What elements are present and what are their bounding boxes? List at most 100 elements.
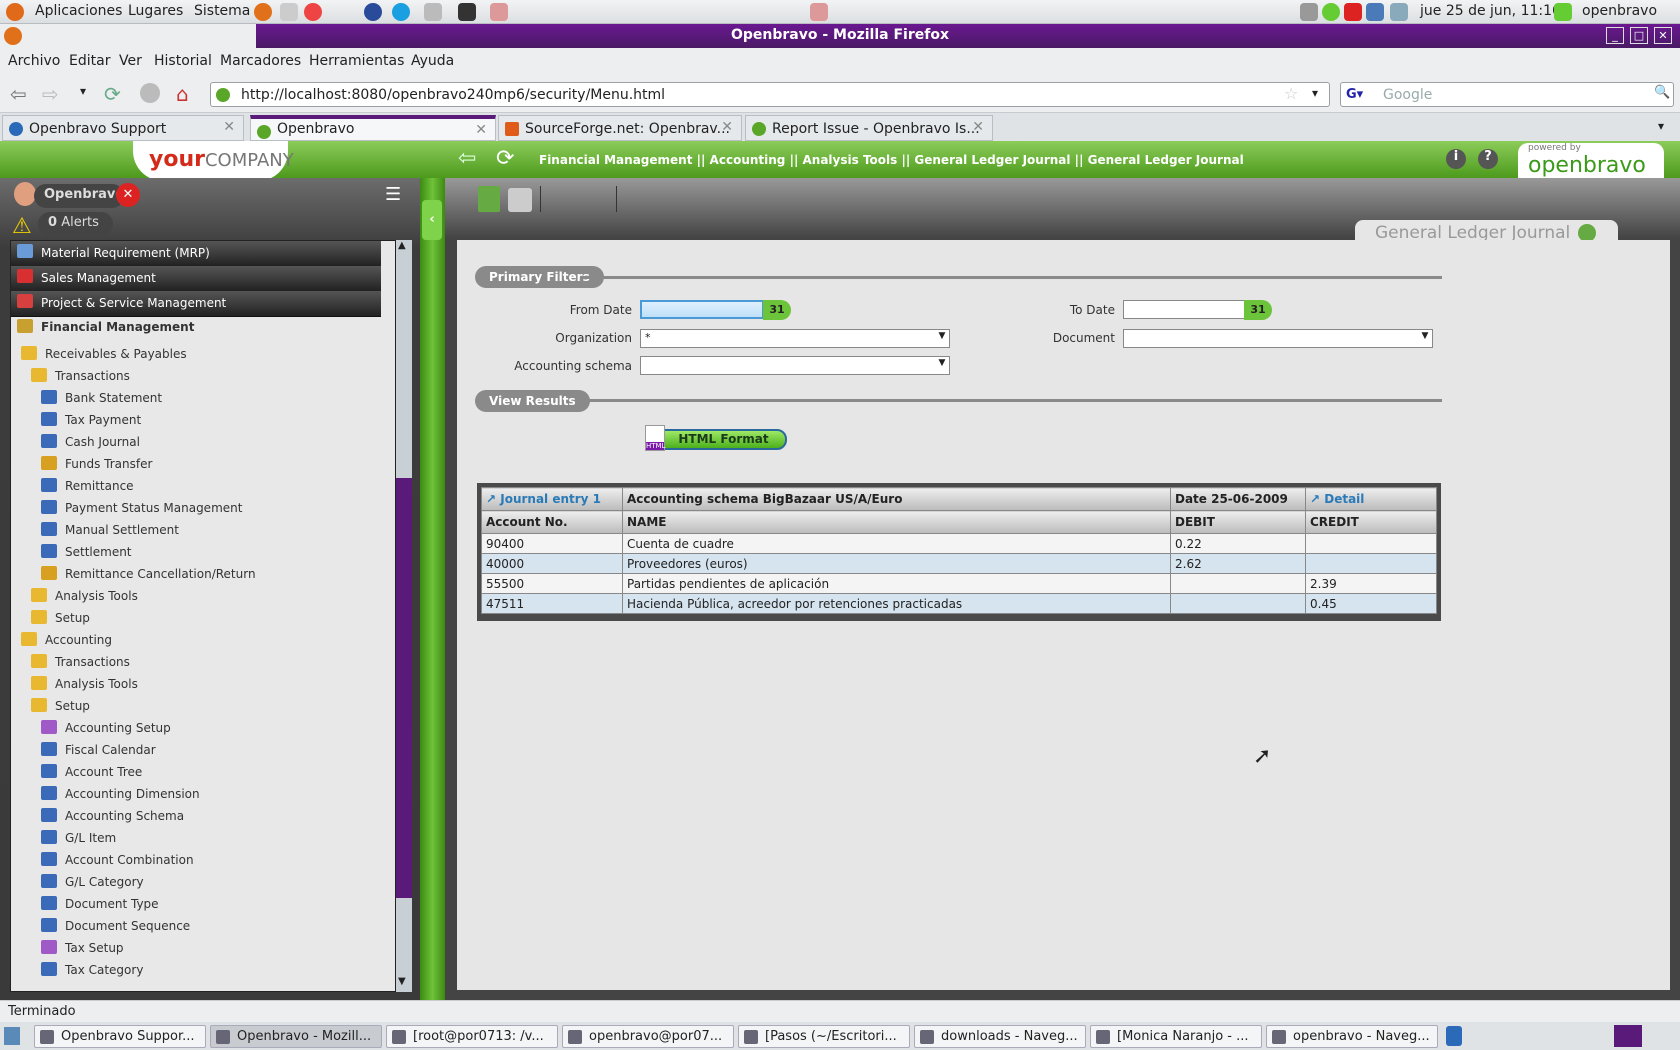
- from-date-input[interactable]: [640, 300, 764, 319]
- taskbar-item[interactable]: [Pasos (~/Escritori...: [738, 1025, 910, 1048]
- taskbar-item[interactable]: Openbravo - Mozill...: [210, 1025, 382, 1048]
- sidebar-item[interactable]: Bank Statement: [11, 387, 381, 409]
- alerts-link[interactable]: 0 Alerts: [38, 212, 113, 236]
- minimize-button[interactable]: _: [1606, 27, 1624, 44]
- sidebar-item[interactable]: Accounting Schema: [11, 805, 381, 827]
- panel-user[interactable]: openbravo: [1582, 3, 1657, 19]
- back-icon[interactable]: ⇦: [10, 82, 27, 106]
- close-tab-icon[interactable]: ✕: [223, 119, 235, 135]
- refresh-icon[interactable]: ⟳: [496, 146, 514, 171]
- sidebar-item[interactable]: Sales Management: [11, 266, 381, 292]
- sidebar-item[interactable]: Tax Setup: [11, 937, 381, 959]
- collapse-menu-button[interactable]: ‹: [422, 200, 442, 240]
- tab-openbravo-support[interactable]: Openbravo Support ✕: [2, 115, 244, 141]
- clock[interactable]: jue 25 de jun, 11:16: [1420, 3, 1561, 19]
- sidebar-scrollbar[interactable]: ▲ ▼: [396, 240, 412, 992]
- mail-launcher-icon[interactable]: [280, 3, 298, 21]
- menu-historial[interactable]: Historial: [154, 53, 212, 69]
- user-name[interactable]: Openbravo: [34, 184, 124, 208]
- trash-icon[interactable]: [1446, 1026, 1462, 1046]
- tab-openbravo[interactable]: Openbravo ✕: [250, 115, 496, 141]
- sidebar-item[interactable]: Tax Payment: [11, 409, 381, 431]
- sidebar-item[interactable]: Account Tree: [11, 761, 381, 783]
- sidebar-item[interactable]: Transactions: [11, 651, 381, 673]
- from-date-calendar-button[interactable]: 31: [763, 300, 791, 320]
- sidebar-item[interactable]: Account Combination: [11, 849, 381, 871]
- scroll-up-icon[interactable]: ▲: [398, 240, 406, 251]
- menu-archivo[interactable]: Archivo: [8, 53, 60, 69]
- logout-icon[interactable]: [1554, 3, 1572, 21]
- terminal-launcher-icon[interactable]: [458, 3, 476, 21]
- expand-menu-icon[interactable]: ☰: [385, 184, 401, 205]
- logout-icon[interactable]: ✕: [116, 183, 140, 207]
- scroll-down-icon[interactable]: ▼: [398, 976, 406, 987]
- taskbar-item[interactable]: Openbravo Suppor...: [34, 1025, 206, 1048]
- show-desktop-icon[interactable]: [4, 1027, 20, 1045]
- sidebar-item[interactable]: Accounting: [11, 629, 381, 651]
- panel-menu-sistema[interactable]: Sistema: [194, 3, 250, 19]
- search-icon[interactable]: 🔍: [1654, 85, 1670, 100]
- close-tab-icon[interactable]: ✕: [972, 119, 984, 135]
- url-bar[interactable]: http://localhost:8080/openbravo240mp6/se…: [210, 82, 1330, 107]
- sidebar-item[interactable]: Setup: [11, 607, 381, 629]
- sidebar-item[interactable]: Cash Journal: [11, 431, 381, 453]
- close-tab-icon[interactable]: ✕: [721, 119, 733, 135]
- detail-link[interactable]: ↗ Detail: [1305, 487, 1437, 511]
- home-icon[interactable]: ⌂: [176, 82, 189, 106]
- sidebar-item[interactable]: G/L Category: [11, 871, 381, 893]
- panel-menu-lugares[interactable]: Lugares: [128, 3, 183, 19]
- sidebar-item[interactable]: Document Type: [11, 893, 381, 915]
- sidebar-item[interactable]: Remittance: [11, 475, 381, 497]
- tab-sourceforge[interactable]: SourceForge.net: Openbrav... ✕: [498, 115, 742, 141]
- sidebar-item[interactable]: Remittance Cancellation/Return: [11, 563, 381, 585]
- skype-launcher-icon[interactable]: [392, 3, 410, 21]
- screenshot-launcher-icon[interactable]: [490, 3, 508, 21]
- ubuntu-icon[interactable]: [6, 3, 24, 21]
- info-icon[interactable]: i: [1446, 149, 1466, 169]
- sidebar-item[interactable]: Payment Status Management: [11, 497, 381, 519]
- openbravo-logo[interactable]: powered by openbravo: [1518, 143, 1664, 179]
- sidebar-item[interactable]: G/L Item: [11, 827, 381, 849]
- bookmark-star-icon[interactable]: ☆: [1284, 84, 1298, 103]
- sidebar-item[interactable]: Setup: [11, 695, 381, 717]
- update-icon[interactable]: [1344, 3, 1362, 21]
- taskbar-item[interactable]: [Monica Naranjo - ...: [1090, 1025, 1262, 1048]
- sidebar-item[interactable]: Material Requirement (MRP): [11, 241, 381, 267]
- sidebar-item[interactable]: Accounting Dimension: [11, 783, 381, 805]
- history-dropdown-icon[interactable]: ▾: [80, 84, 86, 98]
- document-select[interactable]: ▼: [1123, 329, 1433, 348]
- to-date-calendar-button[interactable]: 31: [1244, 300, 1272, 320]
- sidebar-item[interactable]: Funds Transfer: [11, 453, 381, 475]
- taskbar-item[interactable]: downloads - Naveg...: [914, 1025, 1086, 1048]
- firefox-launcher-icon[interactable]: [254, 3, 272, 21]
- help-launcher-icon[interactable]: [304, 3, 322, 21]
- print-icon[interactable]: [508, 188, 532, 212]
- sidebar-item[interactable]: Accounting Setup: [11, 717, 381, 739]
- taskbar-item[interactable]: openbravo - Naveg...: [1266, 1025, 1438, 1048]
- menu-marcadores[interactable]: Marcadores: [220, 53, 301, 69]
- back-arrow-icon[interactable]: ⇦: [458, 146, 476, 171]
- sidebar-item[interactable]: Fiscal Calendar: [11, 739, 381, 761]
- tab-report-issue[interactable]: Report Issue - Openbravo Is... ✕: [745, 115, 993, 141]
- workspace-switcher[interactable]: [1614, 1025, 1642, 1047]
- sidebar-item[interactable]: Receivables & Payables: [11, 343, 381, 365]
- volume-icon[interactable]: [1390, 3, 1408, 21]
- help-icon[interactable]: ?: [1478, 149, 1498, 169]
- sidebar-item[interactable]: Settlement: [11, 541, 381, 563]
- menu-ver[interactable]: Ver: [119, 53, 142, 69]
- breadcrumb[interactable]: Financial Management || Accounting || An…: [539, 153, 1244, 167]
- maximize-button[interactable]: □: [1630, 27, 1648, 44]
- menu-editar[interactable]: Editar: [69, 53, 110, 69]
- sidebar-item[interactable]: Manual Settlement: [11, 519, 381, 541]
- stop-icon[interactable]: [140, 83, 160, 103]
- export-excel-icon[interactable]: [478, 186, 500, 212]
- journal-entry-link[interactable]: ↗ Journal entry 1: [481, 487, 623, 511]
- url-dropdown-icon[interactable]: ▾: [1312, 86, 1318, 100]
- sidebar-item[interactable]: Transactions: [11, 365, 381, 387]
- sidebar-item[interactable]: Project & Service Management: [11, 291, 381, 317]
- sidebar-item[interactable]: Document Sequence: [11, 915, 381, 937]
- sidebar-item[interactable]: Analysis Tools: [11, 585, 381, 607]
- thunderbird-launcher-icon[interactable]: [364, 3, 382, 21]
- taskbar-item[interactable]: [root@por0713: /v...: [386, 1025, 558, 1048]
- network-icon[interactable]: [1366, 3, 1384, 21]
